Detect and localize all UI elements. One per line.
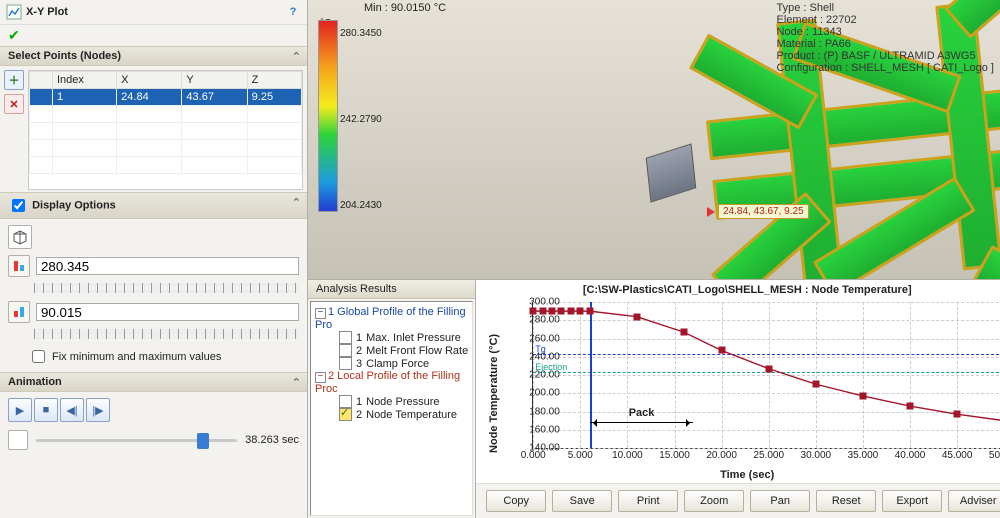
data-point (577, 308, 584, 315)
table-row[interactable] (30, 157, 302, 174)
zoom-button[interactable]: Zoom (684, 490, 744, 512)
save-button[interactable]: Save (552, 490, 612, 512)
color-legend (318, 20, 338, 212)
data-point (567, 308, 574, 315)
data-point (558, 308, 565, 315)
data-point (586, 308, 593, 315)
reset-button[interactable]: Reset (816, 490, 876, 512)
table-row[interactable] (30, 140, 302, 157)
time-slider-icon (8, 430, 28, 450)
legend-mid: 242.2790 (340, 114, 382, 125)
max-value-input[interactable] (36, 257, 299, 275)
time-label: 38.263 sec (245, 434, 299, 446)
data-point (680, 329, 687, 336)
min-value-slider[interactable] (34, 329, 299, 339)
min-value-icon (8, 301, 30, 323)
adviser-button[interactable]: Adviser (948, 490, 1000, 512)
help-icon[interactable]: ? (285, 4, 301, 20)
table-row[interactable] (30, 106, 302, 123)
chevron-up-icon: ⌃ (292, 376, 301, 389)
min-value-input[interactable] (36, 303, 299, 321)
tree-group-global[interactable]: −1 Global Profile of the Filling Pro (315, 306, 468, 331)
data-point (633, 313, 640, 320)
copy-button[interactable]: Copy (486, 490, 546, 512)
probe-tooltip: 24.84, 43.67, 9.25 (718, 204, 809, 219)
plot-icon (6, 4, 22, 20)
max-value-slider[interactable] (34, 283, 299, 293)
tree-item-max-inlet-pressure[interactable]: 1 Max. Inlet Pressure (315, 331, 468, 344)
print-button[interactable]: Print (618, 490, 678, 512)
play-button[interactable]: ▶ (8, 398, 32, 422)
tree-item-node-temperature[interactable]: 2 Node Temperature (315, 408, 468, 421)
element-info: Type : Shell Element : 22702 Node : 1134… (777, 2, 994, 74)
remove-point-button[interactable]: ✕ (4, 94, 24, 114)
stop-button[interactable]: ■ (34, 398, 58, 422)
fix-min-max-checkbox[interactable]: Fix minimum and maximum values (8, 347, 299, 366)
display-options-checkbox[interactable] (12, 199, 25, 212)
chevron-up-icon: ⌃ (292, 50, 301, 63)
points-grid[interactable]: Index X Y Z 1 24.84 43.67 9.25 (28, 70, 303, 190)
results-tree-panel: Analysis Results −1 Global Profile of th… (308, 280, 476, 518)
min-temp-label: Min : 90.0150 °C (364, 2, 446, 14)
chevron-up-icon: ⌃ (292, 196, 301, 209)
chart-xlabel: Time (sec) (720, 469, 774, 481)
confirm-icon[interactable]: ✔ (8, 27, 20, 43)
data-point (539, 308, 546, 315)
select-points-header[interactable]: Select Points (Nodes)⌃ (0, 46, 307, 66)
tab-analysis-results[interactable]: Analysis Results (308, 280, 475, 299)
probe-arrow-icon (707, 207, 715, 217)
pan-button[interactable]: Pan (750, 490, 810, 512)
data-point (549, 308, 556, 315)
model-viewport[interactable]: Min : 90.0150 °C °C 280.3450 242.2790 20… (308, 0, 1000, 279)
step-forward-button[interactable]: |▶ (86, 398, 110, 422)
isometric-view-button[interactable] (8, 225, 32, 249)
display-options-header[interactable]: Display Options⌃ (0, 192, 307, 219)
add-point-button[interactable]: ＋ (4, 70, 24, 90)
chart-toolbar: Copy Save Print Zoom Pan Reset Export Adviser (476, 483, 1000, 518)
data-point (907, 403, 914, 410)
chart[interactable]: [C:\SW-Plastics\CATI_Logo\SHELL_MESH : N… (476, 280, 1000, 483)
time-slider[interactable] (36, 439, 237, 442)
tree-item-melt-front-flow-rate[interactable]: 2 Melt Front Flow Rate (315, 344, 468, 357)
data-point (765, 365, 772, 372)
tree-group-local[interactable]: −2 Local Profile of the Filling Proc (315, 370, 468, 395)
data-point (530, 308, 537, 315)
tree-item-node-pressure[interactable]: 1 Node Pressure (315, 395, 468, 408)
table-row[interactable]: 1 24.84 43.67 9.25 (30, 89, 302, 106)
data-point (812, 381, 819, 388)
data-point (859, 392, 866, 399)
table-row[interactable] (30, 123, 302, 140)
step-back-button[interactable]: ◀| (60, 398, 84, 422)
panel-title: X-Y Plot (26, 6, 68, 18)
tree-item-clamp-force[interactable]: 3 Clamp Force (315, 357, 468, 370)
chart-title: [C:\SW-Plastics\CATI_Logo\SHELL_MESH : N… (484, 284, 1000, 296)
chart-ylabel: Node Temperature (°C) (488, 334, 500, 453)
max-value-icon (8, 255, 30, 277)
legend-low: 204.2430 (340, 200, 382, 211)
animation-header[interactable]: Animation⌃ (0, 372, 307, 392)
xy-plot-panel: X-Y Plot ? ✔ Select Points (Nodes)⌃ ＋ ✕ … (0, 0, 308, 518)
export-button[interactable]: Export (882, 490, 942, 512)
data-point (954, 411, 961, 418)
data-point (718, 347, 725, 354)
legend-max: 280.3450 (340, 28, 382, 39)
